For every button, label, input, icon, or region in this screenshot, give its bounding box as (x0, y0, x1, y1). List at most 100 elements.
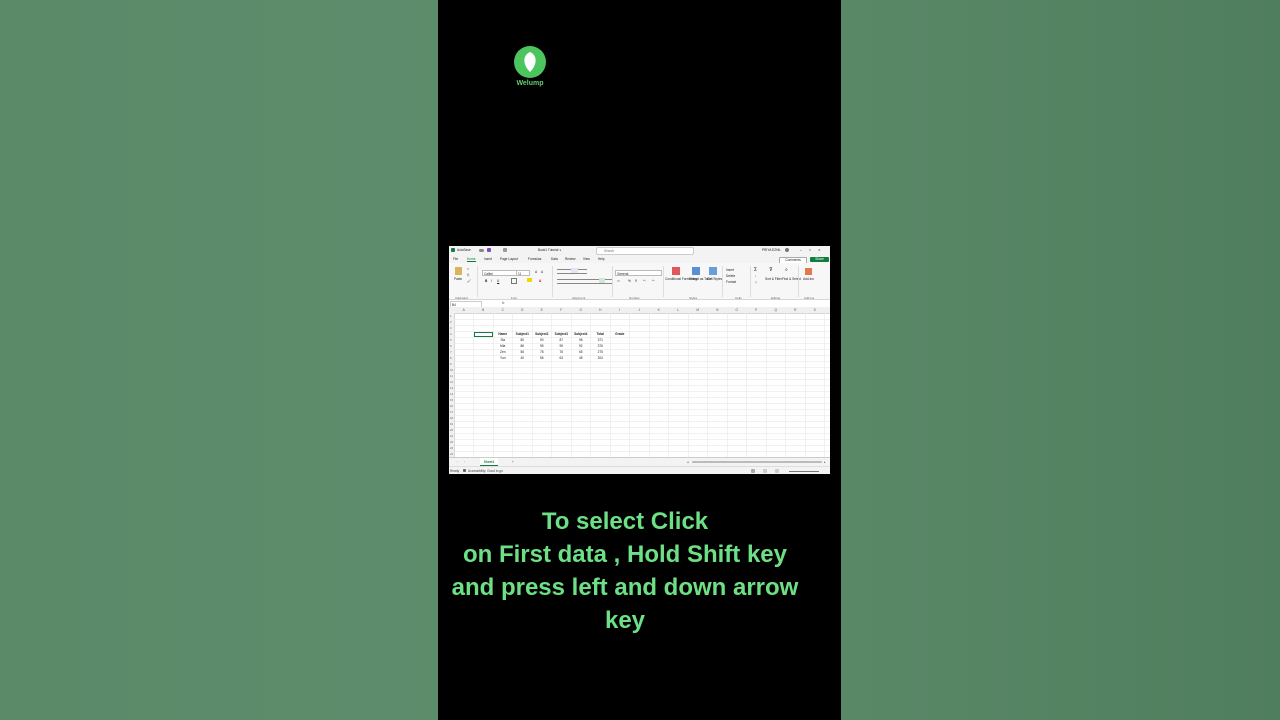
column-header[interactable]: N (708, 308, 728, 312)
menu-home[interactable]: Home (467, 257, 476, 262)
column-header[interactable]: M (688, 308, 708, 312)
row-header[interactable]: 18 (450, 416, 453, 420)
column-header[interactable]: R (786, 308, 806, 312)
format-painter-icon[interactable]: 🖌 (467, 279, 471, 283)
maximize-icon[interactable]: □ (809, 248, 811, 252)
table-cell[interactable]: 40 (513, 356, 533, 360)
column-header[interactable]: D (513, 308, 533, 312)
search-box[interactable]: Search (596, 247, 694, 255)
table-cell[interactable]: 275 (591, 350, 611, 354)
cut-icon[interactable]: ✂ (467, 267, 470, 271)
cell-styles-icon[interactable] (709, 267, 717, 275)
table-header-cell[interactable]: Name (493, 332, 513, 336)
column-header[interactable]: E (532, 308, 552, 312)
shrink-font-icon[interactable]: A (541, 270, 543, 274)
column-header[interactable]: P (747, 308, 767, 312)
add-sheet-icon[interactable]: + (512, 460, 514, 464)
bold-icon[interactable]: B (485, 279, 487, 283)
selected-cell[interactable] (474, 332, 493, 337)
sort-filter-icon[interactable]: ⊽ (769, 267, 773, 273)
font-color-icon[interactable]: A (539, 279, 541, 283)
normal-view-icon[interactable] (751, 469, 755, 473)
table-cell[interactable]: 65 (571, 350, 591, 354)
row-header[interactable]: 16 (450, 404, 453, 408)
horizontal-scrollbar[interactable] (692, 461, 822, 463)
format-cells-button[interactable]: Format (726, 280, 736, 284)
row-header[interactable]: 11 (450, 374, 453, 378)
sort-filter-label[interactable]: Sort & Filter (765, 277, 782, 281)
find-select-icon[interactable]: ⌕ (785, 267, 788, 273)
table-cell[interactable]: 56 (513, 350, 533, 354)
table-cell[interactable]: Zen (493, 350, 513, 354)
add-ins-icon[interactable] (805, 268, 812, 275)
table-cell[interactable]: 96 (571, 338, 591, 342)
increase-decimal-icon[interactable]: ⁰⁰ (643, 279, 646, 283)
table-cell[interactable]: 90 (532, 338, 552, 342)
column-header[interactable]: A (454, 308, 474, 312)
save-icon[interactable] (487, 248, 491, 252)
table-cell[interactable]: 76 (552, 350, 572, 354)
accessibility-status[interactable]: Accessibility: Good to go (468, 469, 503, 473)
column-header[interactable]: L (669, 308, 689, 312)
menu-data[interactable]: Data (551, 257, 558, 261)
merge-center-icon[interactable] (599, 278, 605, 283)
column-header[interactable]: Q (766, 308, 786, 312)
undo-icon[interactable] (503, 248, 507, 252)
close-icon[interactable]: ✕ (818, 248, 821, 252)
row-header[interactable]: 13 (450, 386, 453, 390)
table-cell[interactable]: Mia (493, 344, 513, 348)
italic-icon[interactable]: I (491, 279, 492, 283)
formula-input[interactable] (509, 301, 827, 306)
column-header[interactable]: K (649, 308, 669, 312)
table-header-cell[interactable]: Total (591, 332, 611, 336)
next-sheet-icon[interactable]: › (464, 460, 465, 464)
table-header-cell[interactable]: Subject1 (513, 332, 533, 336)
row-header[interactable]: 2 (450, 320, 452, 324)
paste-icon[interactable] (455, 267, 462, 275)
row-header[interactable]: 22 (450, 440, 453, 444)
table-header-cell[interactable]: Subject4 (571, 332, 591, 336)
table-cell[interactable]: 376 (591, 344, 611, 348)
row-header[interactable]: 17 (450, 410, 453, 414)
table-header-cell[interactable]: Subject2 (532, 332, 552, 336)
table-cell[interactable]: 87 (552, 338, 572, 342)
prev-sheet-icon[interactable]: ‹ (457, 460, 458, 464)
table-cell[interactable]: 371 (591, 338, 611, 342)
borders-icon[interactable] (511, 278, 517, 284)
menu-file[interactable]: File (453, 257, 458, 261)
table-cell[interactable]: 95 (532, 344, 552, 348)
table-cell[interactable]: 56 (532, 356, 552, 360)
menu-insert[interactable]: Insert (484, 257, 492, 261)
share-button[interactable]: Share (810, 257, 829, 262)
menu-page-layout[interactable]: Page Layout (500, 257, 518, 261)
minimize-icon[interactable]: – (800, 248, 802, 252)
table-cell[interactable]: 63 (552, 356, 572, 360)
conditional-formatting-icon[interactable] (672, 267, 680, 275)
font-name-select[interactable]: Calibri (482, 270, 517, 276)
row-header[interactable]: 8 (450, 356, 452, 360)
scroll-left-icon[interactable]: ◂ (687, 460, 689, 464)
table-cell[interactable]: 92 (571, 344, 591, 348)
page-break-view-icon[interactable] (775, 469, 779, 473)
scroll-right-icon[interactable]: ▸ (824, 460, 826, 464)
delete-cells-button[interactable]: Delete (726, 274, 735, 278)
table-cell[interactable]: Sia (493, 338, 513, 342)
paste-label[interactable]: Paste (454, 277, 462, 281)
fill-icon[interactable]: ↓ (755, 274, 757, 278)
add-ins-label[interactable]: Add-ins (803, 277, 814, 281)
row-header[interactable]: 24 (450, 452, 453, 456)
column-header[interactable]: B (474, 308, 494, 312)
row-header[interactable]: 20 (450, 428, 453, 432)
sheet-tab-sheet1[interactable]: Sheet1 (480, 458, 498, 466)
table-cell[interactable]: 99 (552, 344, 572, 348)
cell-styles-label[interactable]: Cell Styles (707, 277, 722, 281)
decrease-decimal-icon[interactable]: ⁰⁰ (652, 279, 655, 283)
number-format-select[interactable]: General (615, 270, 662, 276)
table-cell[interactable]: 80 (513, 338, 533, 342)
format-as-table-icon[interactable] (692, 267, 700, 275)
column-header[interactable]: I (610, 308, 630, 312)
row-header[interactable]: 15 (450, 398, 453, 402)
column-header[interactable]: F (552, 308, 572, 312)
menu-help[interactable]: Help (598, 257, 605, 261)
table-cell[interactable]: 78 (532, 350, 552, 354)
